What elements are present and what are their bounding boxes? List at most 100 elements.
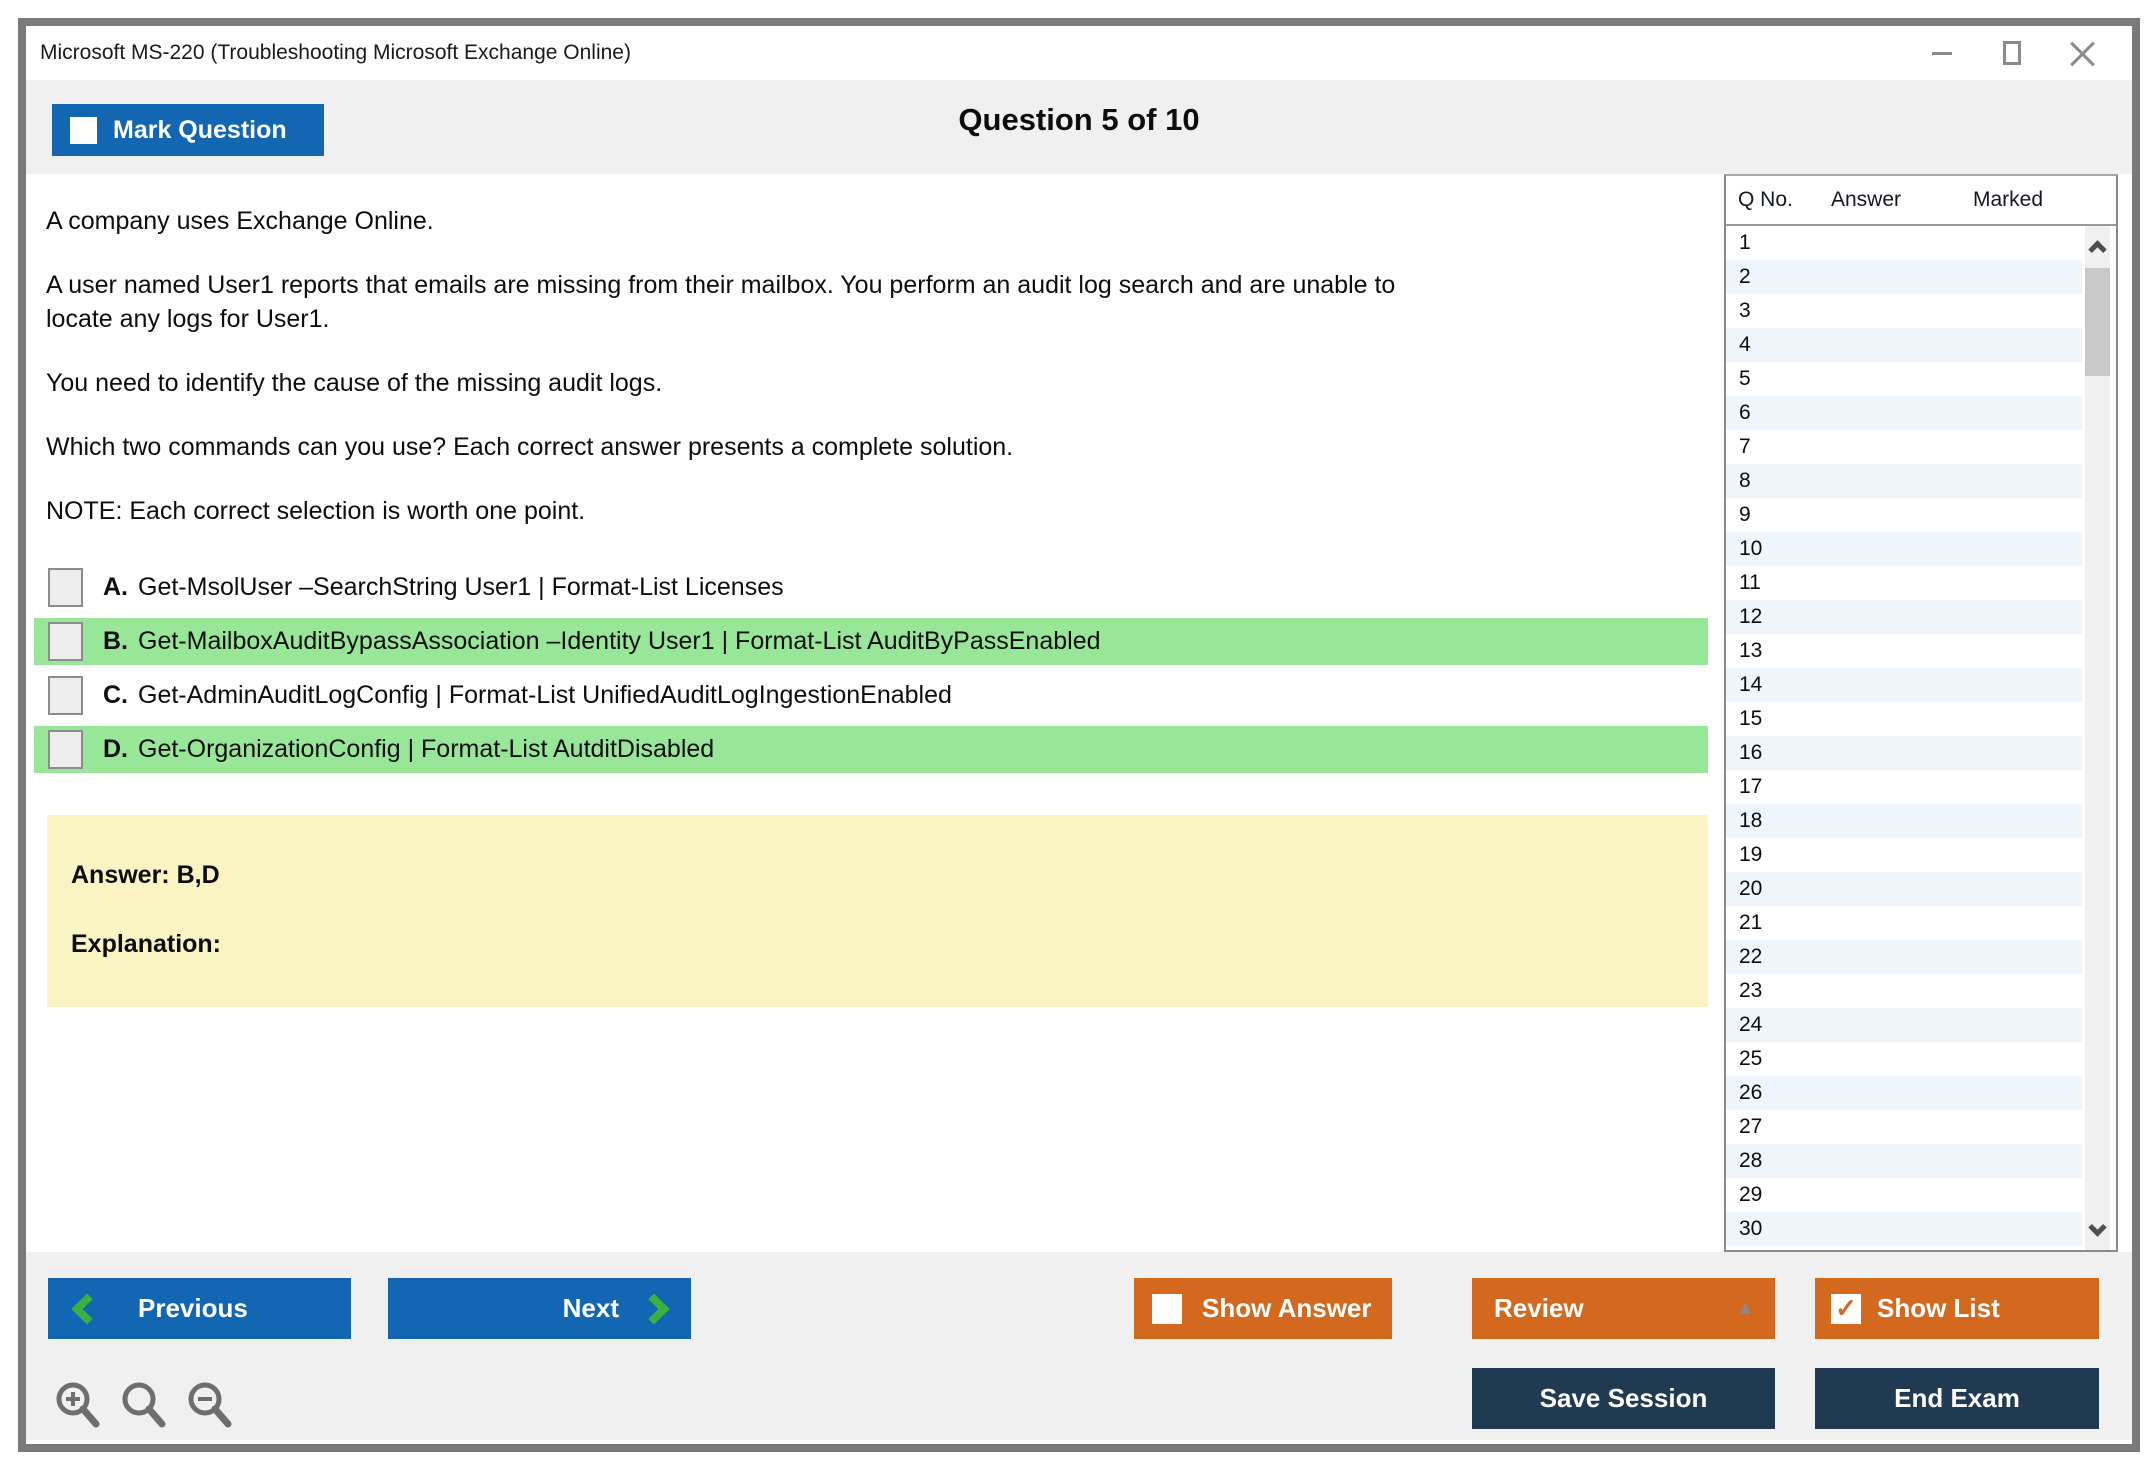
maximize-button[interactable] <box>1990 33 2034 73</box>
question-list-row[interactable]: 13 <box>1726 634 2082 668</box>
review-label: Review <box>1494 1293 1584 1323</box>
option-checkbox[interactable] <box>48 568 83 607</box>
main-area: A company uses Exchange Online. A user na… <box>26 174 2132 1252</box>
question-list-row[interactable]: 8 <box>1726 464 2082 498</box>
scroll-down-button[interactable] <box>2085 1212 2110 1248</box>
question-list: 1 2 3 4 5 6 7 8 9 10 11 12 13 14 15 16 17 18 19 20 21 22 23 24 2… <box>1726 226 2082 1250</box>
answer-options: A. Get-MsolUser –SearchString User1 | For… <box>26 564 1724 773</box>
question-list-row[interactable]: 10 <box>1726 532 2082 566</box>
question-list-row[interactable]: 5 <box>1726 362 2082 396</box>
question-list-row[interactable]: 19 <box>1726 838 2082 872</box>
next-label: Next <box>562 1293 619 1323</box>
app-window: Microsoft MS-220 (Troubleshooting Micros… <box>18 18 2140 1452</box>
question-paragraph: A company uses Exchange Online. <box>46 207 434 235</box>
scrollbar-thumb[interactable] <box>2085 268 2110 376</box>
question-list-body: 1 2 3 4 5 6 7 8 9 10 11 12 13 14 15 16 17 18 19 20 21 22 23 24 2… <box>1726 226 2116 1250</box>
question-list-row[interactable]: 24 <box>1726 1008 2082 1042</box>
answer-option-a[interactable]: A. Get-MsolUser –SearchString User1 | For… <box>34 564 1708 611</box>
question-paragraph: Which two commands can you use? Each cor… <box>46 433 1014 461</box>
option-letter: C. <box>103 681 128 709</box>
question-list-row[interactable]: 18 <box>1726 804 2082 838</box>
zoom-reset-icon[interactable] <box>118 1378 170 1432</box>
question-list-row[interactable]: 9 <box>1726 498 2082 532</box>
question-text: A company uses Exchange Online. A user na… <box>26 204 1724 528</box>
question-list-row[interactable]: 14 <box>1726 668 2082 702</box>
save-session-button[interactable]: Save Session <box>1472 1368 1775 1429</box>
option-checkbox[interactable] <box>48 622 83 661</box>
question-list-row[interactable]: 12 <box>1726 600 2082 634</box>
option-text: Get-MailboxAuditBypassAssociation –Ident… <box>138 627 1101 655</box>
question-list-row[interactable]: 29 <box>1726 1178 2082 1212</box>
show-list-button[interactable]: ✓ Show List <box>1815 1278 2099 1339</box>
answer-box: Answer: B,D Explanation: <box>47 815 1708 1007</box>
previous-label: Previous <box>138 1293 248 1323</box>
end-exam-label: End Exam <box>1894 1383 2020 1413</box>
option-letter: A. <box>103 573 128 601</box>
question-list-row[interactable]: 20 <box>1726 872 2082 906</box>
zoom-out-icon[interactable] <box>184 1378 236 1432</box>
question-paragraph: You need to identify the cause of the mi… <box>46 369 663 397</box>
question-list-row[interactable]: 28 <box>1726 1144 2082 1178</box>
option-checkbox[interactable] <box>48 730 83 769</box>
question-list-row[interactable]: 30 <box>1726 1212 2082 1246</box>
next-button[interactable]: Next <box>388 1278 691 1339</box>
question-paragraph: NOTE: Each correct selection is worth on… <box>46 497 586 525</box>
end-exam-button[interactable]: End Exam <box>1815 1368 2099 1429</box>
caret-up-icon: ▲ <box>1735 1297 1755 1319</box>
window-title: Microsoft MS-220 (Troubleshooting Micros… <box>40 41 631 64</box>
chevron-left-icon <box>71 1292 103 1325</box>
footer-bar: Previous Next Show Answer Review ▲ ✓ Sho… <box>26 1252 2132 1440</box>
save-session-label: Save Session <box>1539 1383 1708 1413</box>
question-list-row[interactable]: 3 <box>1726 294 2082 328</box>
show-answer-button[interactable]: Show Answer <box>1134 1278 1392 1339</box>
scroll-up-button[interactable] <box>2085 228 2110 264</box>
question-list-row[interactable]: 22 <box>1726 940 2082 974</box>
question-list-row[interactable]: 4 <box>1726 328 2082 362</box>
chevron-up-icon <box>2088 239 2107 259</box>
question-list-row[interactable]: 6 <box>1726 396 2082 430</box>
question-list-row[interactable]: 16 <box>1726 736 2082 770</box>
question-list-panel: Q No. Answer Marked 1 2 3 4 5 6 7 8 9 10 11 12 13 14 1… <box>1724 174 2118 1252</box>
question-list-row[interactable]: 25 <box>1726 1042 2082 1076</box>
question-list-row[interactable]: 15 <box>1726 702 2082 736</box>
title-bar: Microsoft MS-220 (Troubleshooting Micros… <box>26 26 2132 80</box>
explanation-text: Explanation: <box>71 930 222 958</box>
maximize-icon <box>2003 41 2021 65</box>
previous-button[interactable]: Previous <box>48 1278 351 1339</box>
sidebar-scrollbar[interactable] <box>2085 226 2110 1250</box>
column-header-marked: Marked <box>1973 188 2044 211</box>
option-letter: B. <box>103 627 128 655</box>
question-list-row[interactable]: 7 <box>1726 430 2082 464</box>
chevron-right-icon <box>638 1292 670 1325</box>
answer-text: Answer: B,D <box>71 861 220 889</box>
question-list-row[interactable]: 2 <box>1726 260 2082 294</box>
show-answer-label: Show Answer <box>1202 1293 1372 1323</box>
window-controls <box>1920 33 2132 73</box>
review-button[interactable]: Review ▲ <box>1472 1278 1775 1339</box>
chevron-down-icon <box>2088 1217 2107 1237</box>
question-counter: Question 5 of 10 <box>958 102 1200 137</box>
answer-option-d[interactable]: D. Get-OrganizationConfig | Format-List A… <box>34 726 1708 773</box>
question-list-row[interactable]: 23 <box>1726 974 2082 1008</box>
question-list-row[interactable]: 26 <box>1726 1076 2082 1110</box>
option-checkbox[interactable] <box>48 676 83 715</box>
answer-option-b[interactable]: B. Get-MailboxAuditBypassAssociation –Ide… <box>34 618 1708 665</box>
option-text: Get-AdminAuditLogConfig | Format-List Un… <box>138 681 952 709</box>
question-list-row[interactable]: 17 <box>1726 770 2082 804</box>
show-list-label: Show List <box>1877 1293 2000 1323</box>
question-list-row[interactable]: 21 <box>1726 906 2082 940</box>
header-bar: Mark Question Question 5 of 10 <box>26 80 2132 174</box>
close-button[interactable] <box>2060 33 2104 73</box>
question-list-row[interactable]: 27 <box>1726 1110 2082 1144</box>
question-list-row[interactable]: 11 <box>1726 566 2082 600</box>
option-letter: D. <box>103 735 128 763</box>
zoom-controls <box>52 1378 236 1432</box>
question-list-row[interactable]: 1 <box>1726 226 2082 260</box>
option-text: Get-OrganizationConfig | Format-List Aut… <box>138 735 715 763</box>
show-answer-checkbox[interactable] <box>1152 1293 1182 1324</box>
answer-option-c[interactable]: C. Get-AdminAuditLogConfig | Format-List … <box>34 672 1708 719</box>
show-list-checkbox[interactable]: ✓ <box>1831 1293 1861 1324</box>
minimize-button[interactable] <box>1920 33 1964 73</box>
question-paragraph: A user named User1 reports that emails a… <box>46 271 1396 333</box>
zoom-in-icon[interactable] <box>52 1378 104 1432</box>
